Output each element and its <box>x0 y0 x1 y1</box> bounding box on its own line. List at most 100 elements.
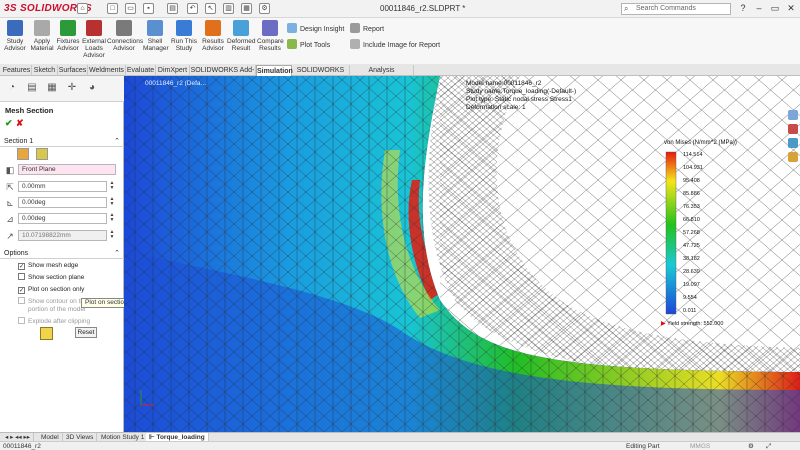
undo-icon[interactable]: ↶ <box>187 3 198 14</box>
section-plane-icon[interactable] <box>17 148 29 160</box>
options-icon[interactable]: ⚙ <box>259 3 270 14</box>
tab-sketch[interactable]: Sketch <box>32 65 58 76</box>
report-button[interactable]: Report <box>350 23 384 33</box>
shell-manager-button[interactable]: Shell Manager <box>143 20 169 64</box>
connections-advisor-button[interactable]: Connections Advisor <box>107 20 143 64</box>
view-tool-icon[interactable] <box>788 110 798 120</box>
connections-icon <box>116 20 132 36</box>
cancel-x-icon[interactable]: ✘ <box>16 118 24 129</box>
fixtures-advisor-button[interactable]: Fixtures Advisor <box>56 20 80 64</box>
compare-results-button[interactable]: Compare Results <box>257 20 284 64</box>
show-mesh-edge-checkbox[interactable]: ✓ Show mesh edge <box>18 261 78 270</box>
solidworks-window: 3S SOLIDWORKS ⌂ □ ▭ ▪ ▤ ↶ ↖ ▥ ▦ ⚙ 000118… <box>0 0 800 450</box>
open-icon[interactable]: ▭ <box>125 3 136 14</box>
angle2-icon: ⊿ <box>6 214 14 224</box>
restore-button[interactable]: ▭ <box>768 2 782 15</box>
offset-spinner[interactable]: ▲ ▼ <box>108 181 116 192</box>
distance-input[interactable]: 10.07198822mm <box>18 230 107 241</box>
legend-title: von Mises (N/mm^2 (MPa)) <box>664 140 737 146</box>
close-button[interactable]: ✕ <box>784 2 798 15</box>
plot-tools-button[interactable]: Plot Tools <box>287 39 330 49</box>
distance-spinner[interactable]: ▲ ▼ <box>108 230 116 241</box>
tab-simulation[interactable]: Simulation <box>256 65 293 76</box>
study-advisor-button[interactable]: Study Advisor <box>2 20 28 64</box>
ok-checkmark-icon[interactable]: ✔ <box>5 118 13 129</box>
rebuild-icon[interactable]: ▥ <box>223 3 234 14</box>
print-icon[interactable]: ▤ <box>167 3 178 14</box>
status-bar: 00011846_r2 Editing Part MMGS ⚙ ⤢ <box>0 441 800 450</box>
save-icon[interactable]: ▪ <box>143 3 154 14</box>
legend-value: 19.097 <box>683 282 700 288</box>
deformed-result-button[interactable]: Deformed Result <box>227 20 256 64</box>
image-icon <box>350 39 360 49</box>
show-section-plane-checkbox[interactable]: Show section plane <box>18 273 84 282</box>
search-icon: ⌕ <box>624 4 629 13</box>
compare-icon <box>262 20 278 36</box>
minimize-button[interactable]: – <box>752 2 766 15</box>
stress-plot <box>124 76 800 432</box>
tab-evaluate[interactable]: Evaluate <box>126 65 156 76</box>
manager-tabs: ◔ ▤ ▦ ✛ ◕ <box>0 76 124 102</box>
checkbox-checked-icon: ✓ <box>18 263 25 270</box>
angle2-input[interactable]: 0.00deg <box>18 213 107 224</box>
configuration-manager-icon[interactable]: ▦ <box>44 80 60 96</box>
results-advisor-button[interactable]: Results Advisor <box>201 20 225 64</box>
display-manager-icon[interactable]: ◕ <box>84 80 100 96</box>
document-title: 00011846_r2.SLDPRT * <box>380 4 466 13</box>
distance-icon: ↗ <box>6 231 14 241</box>
status-settings-icon[interactable]: ⚙ <box>748 442 754 450</box>
legend-value: 114.514 <box>683 152 703 158</box>
property-manager-panel: ◔ ▤ ▦ ✛ ◕ Mesh Section ✔ ✘ Section 1 ⌃ ◧ … <box>0 76 124 432</box>
property-manager-icon[interactable]: ▤ <box>24 80 40 96</box>
run-this-study-button[interactable]: Run This Study <box>169 20 199 64</box>
graphics-viewport[interactable]: 00011846_r2 (Defa... Model name:00011846… <box>124 76 800 432</box>
appearance-icon[interactable] <box>788 124 798 134</box>
external-loads-advisor-button[interactable]: External Loads Advisor <box>82 20 106 64</box>
tab-weldments[interactable]: Weldments <box>88 65 126 76</box>
tab-analysis-preparation[interactable]: Analysis Preparation <box>350 65 414 85</box>
tab-features[interactable]: Features <box>2 65 32 76</box>
checkbox-icon <box>18 297 25 304</box>
home-icon[interactable]: ⌂ <box>77 3 88 14</box>
design-insight-button[interactable]: Design Insight <box>287 23 344 33</box>
apply-material-button[interactable]: Apply Material <box>30 20 54 64</box>
explode-after-clipping-checkbox[interactable]: Explode after clipping <box>18 317 90 326</box>
tab-solidworks-mbd[interactable]: SOLIDWORKS MBD <box>292 65 350 85</box>
legend-value: 57.268 <box>683 230 700 236</box>
include-image-for-report-button[interactable]: Include Image for Report <box>350 39 440 49</box>
plane-field[interactable]: Front Plane <box>18 164 116 175</box>
reset-button[interactable]: Reset <box>75 327 97 338</box>
title-bar: 3S SOLIDWORKS ⌂ □ ▭ ▪ ▤ ↶ ↖ ▥ ▦ ⚙ 000118… <box>0 0 800 18</box>
dimxpert-manager-icon[interactable]: ✛ <box>64 80 80 96</box>
checkbox-icon <box>18 273 25 280</box>
chevron-up-icon: ⌃ <box>114 138 120 145</box>
lightning-icon[interactable] <box>40 327 53 340</box>
status-part-name: 00011846_r2 <box>3 443 41 450</box>
options-header[interactable]: Options ⌃ <box>0 248 124 259</box>
angle2-spinner[interactable]: ▲ ▼ <box>108 213 116 224</box>
section1-header[interactable]: Section 1 ⌃ <box>0 136 124 147</box>
plot-on-section-only-checkbox[interactable]: ✓ Plot on section only <box>18 285 84 294</box>
status-mode: Editing Part <box>626 443 660 450</box>
select-icon[interactable]: ↖ <box>205 3 216 14</box>
help-icon[interactable]: ? <box>736 2 750 15</box>
status-units[interactable]: MMGS <box>690 442 710 450</box>
search-commands-input[interactable]: ⌕ Search Commands <box>621 3 731 15</box>
file-properties-icon[interactable]: ▦ <box>241 3 252 14</box>
offset-input[interactable]: 0.00mm <box>18 181 107 192</box>
angle1-input[interactable]: 0.00deg <box>18 197 107 208</box>
section-cylinder-icon[interactable] <box>36 148 48 160</box>
angle1-spinner[interactable]: ▲ ▼ <box>108 197 116 208</box>
custom-properties-icon[interactable] <box>788 152 798 162</box>
part-name-label: 00011846_r2 (Defa... <box>145 80 206 87</box>
new-document-icon[interactable]: □ <box>107 3 118 14</box>
status-expand-icon[interactable]: ⤢ <box>766 442 771 450</box>
tab-surfaces[interactable]: Surfaces <box>58 65 88 76</box>
yield-strength: ▶ Yield strength: 552.000 <box>661 321 724 327</box>
scene-icon[interactable] <box>788 138 798 148</box>
tab-dimxpert[interactable]: DimXpert <box>156 65 190 76</box>
plane-selection-icon: ◧ <box>5 165 15 175</box>
feature-manager-icon[interactable]: ◔ <box>4 80 20 96</box>
tab-solidworks-add-ins[interactable]: SOLIDWORKS Add-Ins <box>190 65 256 85</box>
deformed-icon <box>233 20 249 36</box>
